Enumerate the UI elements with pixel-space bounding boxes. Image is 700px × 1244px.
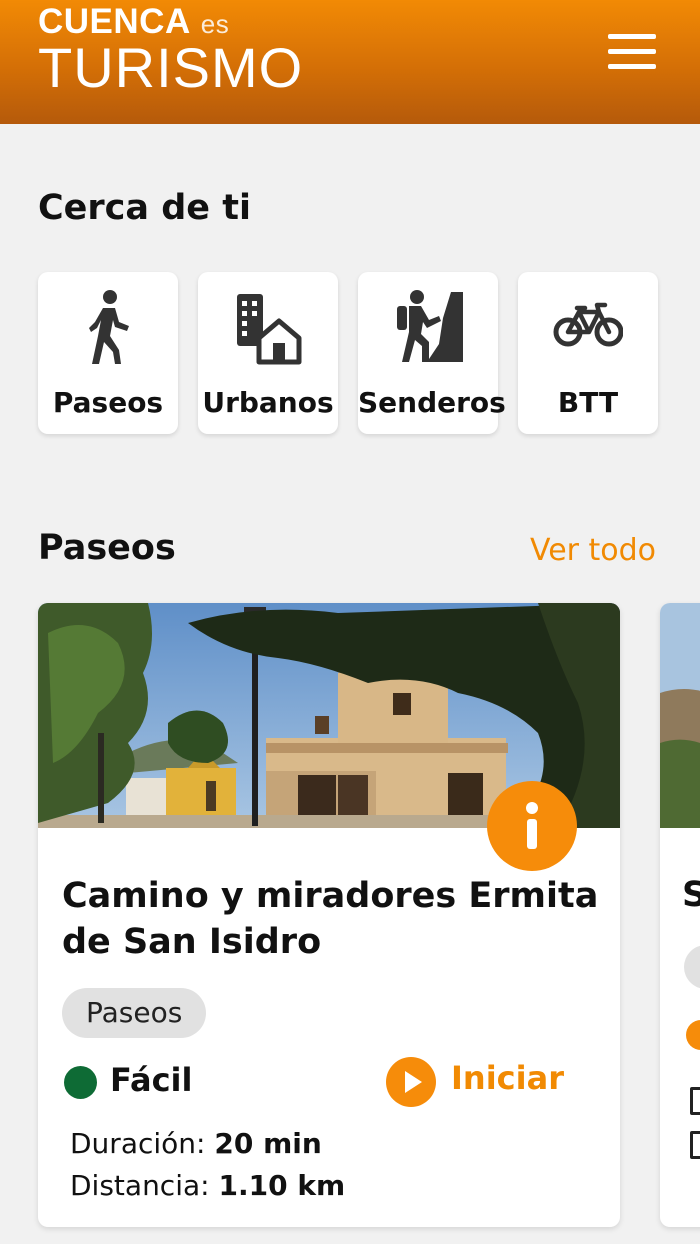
route-card[interactable]: Camino y miradores Ermita de San Isidro … [38, 603, 620, 1227]
city-buildings-icon [237, 294, 302, 365]
cuenca-turismo-logo[interactable]: CUENCA es TURISMO [38, 2, 303, 96]
category-tile-btt[interactable]: BTT [518, 272, 658, 434]
route-card-next[interactable]: S [660, 603, 700, 1227]
logo-es: es [200, 9, 230, 39]
route-category-chip-next [684, 945, 700, 989]
hamburger-menu-icon[interactable] [604, 32, 660, 72]
distance-value: 1.10 km [218, 1169, 346, 1202]
nearby-section-title: Cerca de ti [38, 188, 251, 228]
duration-icon-next [690, 1087, 700, 1115]
app-header: CUENCA es TURISMO [0, 0, 700, 124]
paseos-section-title: Paseos [38, 528, 176, 568]
start-icon-next [686, 1020, 700, 1050]
duration-label: Duración: [70, 1127, 206, 1160]
category-label: Urbanos [202, 386, 334, 419]
duration-value: 20 min [214, 1127, 322, 1160]
start-label: Iniciar [451, 1059, 564, 1097]
logo-turismo: TURISMO [38, 36, 304, 99]
play-icon [386, 1057, 436, 1107]
bicycle-icon [553, 302, 623, 347]
category-tile-urbanos[interactable]: Urbanos [198, 272, 338, 434]
info-icon [526, 802, 538, 849]
distance-label: Distancia: [70, 1169, 210, 1202]
route-photo-next [660, 603, 700, 828]
route-title[interactable]: Camino y miradores Ermita de San Isidro [62, 873, 602, 965]
category-tile-paseos[interactable]: Paseos [38, 272, 178, 434]
difficulty-label: Fácil [110, 1061, 193, 1099]
difficulty-dot-icon [64, 1066, 97, 1099]
category-label: Senderos [358, 386, 506, 419]
info-button[interactable] [487, 781, 577, 871]
duration-row: Duración: 20 min [70, 1127, 322, 1160]
distance-row: Distancia: 1.10 km [70, 1169, 345, 1202]
category-label: Paseos [52, 386, 164, 419]
walking-person-icon [89, 290, 129, 364]
see-all-link[interactable]: Ver todo [530, 533, 656, 568]
category-label: BTT [557, 386, 619, 419]
category-tile-senderos[interactable]: Senderos [358, 272, 506, 434]
route-category-chip: Paseos [62, 988, 207, 1038]
hiker-icon [397, 290, 463, 362]
distance-icon-next [690, 1131, 700, 1159]
route-title-next: S [682, 875, 700, 915]
